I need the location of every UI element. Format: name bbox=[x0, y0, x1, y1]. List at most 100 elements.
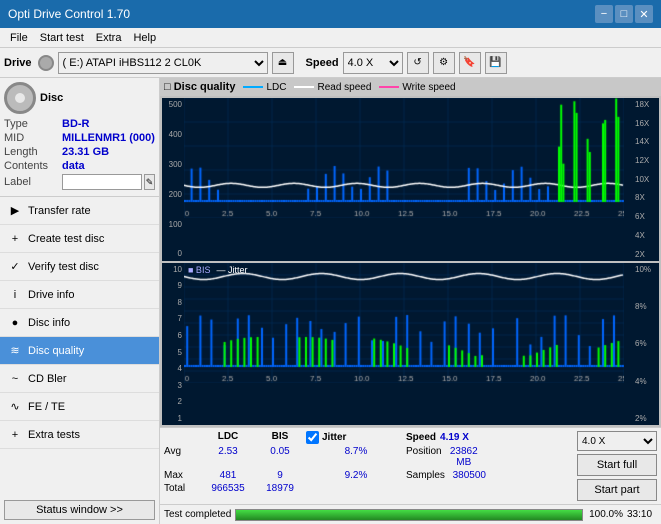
eject-button[interactable]: ⏏ bbox=[272, 52, 294, 74]
avg-label: Avg bbox=[164, 446, 202, 468]
disc-length-row: Length 23.31 GB bbox=[4, 146, 155, 158]
right-panel: □ Disc quality LDC Read speed Write spee… bbox=[160, 78, 661, 524]
position-value: 23862 MB bbox=[442, 446, 486, 468]
sidebar-item-drive-info[interactable]: i Drive info bbox=[0, 281, 159, 309]
avg-ldc: 2.53 bbox=[202, 446, 254, 468]
disc-section-title: Disc bbox=[40, 92, 63, 104]
close-button[interactable]: ✕ bbox=[635, 5, 653, 23]
stats-area: LDC BIS Jitter Speed 4.19 X Avg bbox=[160, 427, 661, 504]
speed-select[interactable]: 4.0 X 2.0 X 8.0 X bbox=[343, 52, 403, 74]
status-text: Test completed bbox=[164, 509, 231, 520]
nav-label: Transfer rate bbox=[28, 205, 91, 217]
chart-title: □ Disc quality bbox=[164, 81, 235, 93]
max-label: Max bbox=[164, 470, 202, 481]
upper-right-axis: 18X 16X 14X 12X 10X 8X 6X 4X 2X bbox=[633, 98, 659, 261]
disc-type-row: Type BD-R bbox=[4, 118, 155, 130]
disc-quality-icon: ≋ bbox=[8, 344, 22, 358]
nav-label: Disc quality bbox=[28, 345, 84, 357]
ldc-header: LDC bbox=[202, 431, 254, 444]
menu-extra[interactable]: Extra bbox=[90, 29, 128, 47]
sidebar-item-cd-bler[interactable]: ~ CD Bler bbox=[0, 365, 159, 393]
titlebar: Opti Drive Control 1.70 − □ ✕ bbox=[0, 0, 661, 28]
main-content: Disc Type BD-R MID MILLENMR1 (000) Lengt… bbox=[0, 78, 661, 524]
cd-bler-icon: ~ bbox=[8, 372, 22, 386]
create-test-disc-icon: + bbox=[8, 232, 22, 246]
nav-label: FE / TE bbox=[28, 401, 65, 413]
disc-mid-label: MID bbox=[4, 132, 62, 144]
fe-te-icon: ∿ bbox=[8, 400, 22, 414]
progress-section: Test completed 100.0% 33:10 bbox=[160, 504, 661, 524]
max-ldc: 481 bbox=[202, 470, 254, 481]
sidebar-item-fe-te[interactable]: ∿ FE / TE bbox=[0, 393, 159, 421]
jitter-header: Jitter bbox=[322, 432, 346, 443]
stats-table: LDC BIS Jitter Speed 4.19 X Avg bbox=[164, 431, 559, 494]
sidebar-item-disc-quality[interactable]: ≋ Disc quality bbox=[0, 337, 159, 365]
menu-start-test[interactable]: Start test bbox=[34, 29, 90, 47]
lower-chart: 10 9 8 7 6 5 4 3 2 1 ■ BIS bbox=[162, 263, 659, 426]
menubar: File Start test Extra Help bbox=[0, 28, 661, 48]
start-full-button[interactable]: Start full bbox=[577, 454, 657, 476]
stats-avg-row: Avg 2.53 0.05 8.7% Position 23862 MB bbox=[164, 446, 559, 468]
disc-type-value: BD-R bbox=[62, 118, 90, 130]
nav-list: ▶ Transfer rate + Create test disc ✓ Ver… bbox=[0, 197, 159, 449]
nav-label: Disc info bbox=[28, 317, 70, 329]
stats-total-row: Total 966535 18979 bbox=[164, 483, 559, 494]
app-title: Opti Drive Control 1.70 bbox=[8, 7, 595, 21]
menu-file[interactable]: File bbox=[4, 29, 34, 47]
max-bis: 9 bbox=[254, 470, 306, 481]
total-ldc: 966535 bbox=[202, 483, 254, 494]
total-label: Total bbox=[164, 483, 202, 494]
refresh-button[interactable]: ↺ bbox=[407, 52, 429, 74]
sidebar-item-transfer-rate[interactable]: ▶ Transfer rate bbox=[0, 197, 159, 225]
jitter-checkbox[interactable] bbox=[306, 431, 319, 444]
disc-contents-label: Contents bbox=[4, 160, 62, 172]
lower-chart-canvas bbox=[184, 263, 624, 383]
read-speed-legend: Read speed bbox=[294, 82, 371, 93]
status-window-button[interactable]: Status window >> bbox=[4, 500, 155, 520]
sidebar-item-extra-tests[interactable]: + Extra tests bbox=[0, 421, 159, 449]
disc-label-input[interactable] bbox=[62, 174, 142, 190]
sidebar-item-verify-test-disc[interactable]: ✓ Verify test disc bbox=[0, 253, 159, 281]
settings-button[interactable]: ⚙ bbox=[433, 52, 455, 74]
drive-select[interactable]: ( E:) ATAPI iHBS112 2 CL0K bbox=[58, 52, 268, 74]
minimize-button[interactable]: − bbox=[595, 5, 613, 23]
stats-headers: LDC BIS Jitter Speed 4.19 X bbox=[164, 431, 559, 444]
drive-info-icon: i bbox=[8, 288, 22, 302]
speed-header: Speed bbox=[406, 432, 436, 443]
upper-chart-canvas bbox=[184, 98, 624, 218]
sidebar-item-create-test-disc[interactable]: + Create test disc bbox=[0, 225, 159, 253]
disc-label-button[interactable]: ✎ bbox=[144, 174, 155, 190]
right-controls: 4.0 X Start full Start part bbox=[567, 431, 657, 501]
stats-row-container: LDC BIS Jitter Speed 4.19 X Avg bbox=[164, 431, 657, 501]
upper-y-axis: 500 400 300 200 100 0 bbox=[162, 98, 184, 261]
disc-icon bbox=[38, 55, 54, 71]
drive-label: Drive bbox=[4, 57, 32, 69]
speed-label: Speed bbox=[306, 57, 339, 69]
progress-fill bbox=[236, 510, 582, 520]
lower-y-axis: 10 9 8 7 6 5 4 3 2 1 bbox=[162, 263, 184, 426]
verify-test-disc-icon: ✓ bbox=[8, 260, 22, 274]
disc-section: Disc Type BD-R MID MILLENMR1 (000) Lengt… bbox=[0, 78, 159, 197]
charts-wrapper: 500 400 300 200 100 0 18X 16X 14X 12X bbox=[160, 96, 661, 427]
disc-type-label: Type bbox=[4, 118, 62, 130]
nav-label: Drive info bbox=[28, 289, 74, 301]
maximize-button[interactable]: □ bbox=[615, 5, 633, 23]
total-bis: 18979 bbox=[254, 483, 306, 494]
bookmark-button[interactable]: 🔖 bbox=[459, 52, 481, 74]
lower-chart-canvas-area: ■ BIS — Jitter bbox=[184, 263, 633, 426]
progress-track bbox=[235, 509, 583, 521]
menu-help[interactable]: Help bbox=[127, 29, 162, 47]
sidebar: Disc Type BD-R MID MILLENMR1 (000) Lengt… bbox=[0, 78, 160, 524]
disc-contents-value: data bbox=[62, 160, 85, 172]
disc-label-label: Label bbox=[4, 176, 62, 188]
speed-selector[interactable]: 4.0 X bbox=[577, 431, 657, 451]
save-button[interactable]: 💾 bbox=[485, 52, 507, 74]
upper-chart-canvas-area bbox=[184, 98, 633, 261]
window-controls: − □ ✕ bbox=[595, 5, 653, 23]
nav-label: CD Bler bbox=[28, 373, 67, 385]
sidebar-item-disc-info[interactable]: ● Disc info bbox=[0, 309, 159, 337]
ldc-legend: LDC bbox=[243, 82, 286, 93]
start-part-button[interactable]: Start part bbox=[577, 479, 657, 501]
samples-row: Samples 380500 bbox=[406, 470, 486, 481]
disc-length-label: Length bbox=[4, 146, 62, 158]
